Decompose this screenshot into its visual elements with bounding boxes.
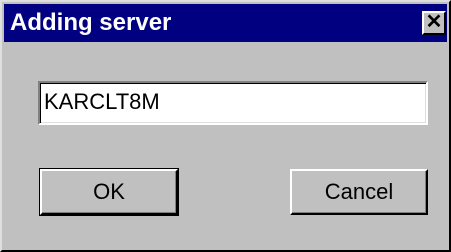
server-name-input[interactable]: KARCLT8M (38, 81, 428, 125)
cancel-button[interactable]: Cancel (290, 169, 428, 215)
close-icon[interactable]: ✕ (422, 11, 446, 35)
adding-server-dialog: Adding server ✕ KARCLT8M OK Cancel (0, 0, 451, 252)
dialog-title: Adding server (10, 9, 172, 36)
title-bar[interactable]: Adding server ✕ (4, 4, 447, 42)
ok-button[interactable]: OK (39, 168, 179, 216)
